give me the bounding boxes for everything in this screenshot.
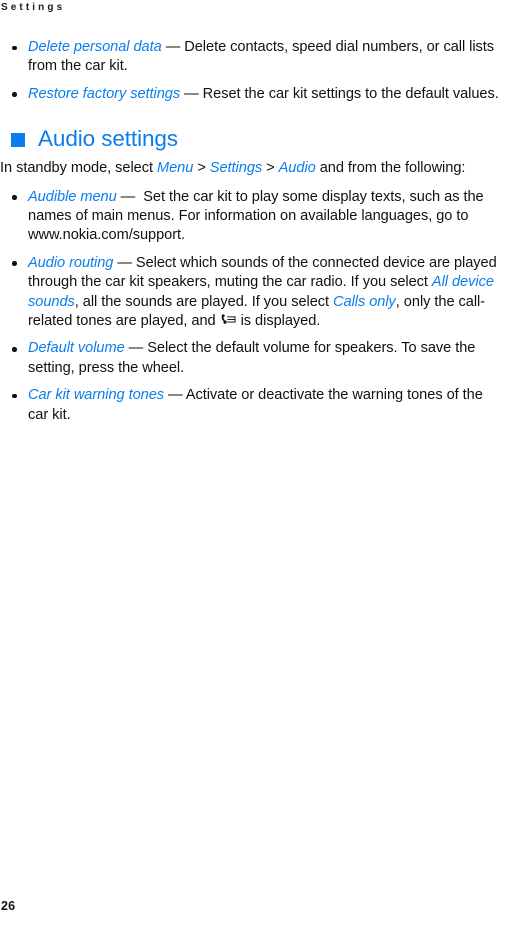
- menu-path-separator: >: [193, 160, 210, 177]
- section-heading: Audio settings: [0, 126, 515, 152]
- section-heading-label: Audio settings: [38, 126, 178, 152]
- menu-path-menu: Menu: [157, 160, 194, 177]
- bullet-dot-icon: [12, 45, 17, 51]
- intro-tail: and from the following:: [315, 160, 466, 177]
- ui-term: Delete personal data: [28, 39, 162, 55]
- ui-term: Audible menu: [28, 188, 117, 205]
- term-dash: —: [124, 340, 148, 357]
- section-intro-paragraph: In standby mode, select Menu > Settings …: [0, 159, 506, 178]
- settings-bullet-list: Delete personal data — Delete contacts, …: [0, 38, 515, 104]
- blue-square-bullet-icon: [11, 133, 25, 148]
- ui-term: Audio routing: [28, 254, 114, 271]
- ui-term: Restore factory settings: [28, 85, 181, 102]
- list-item: Default volume — Select the default volu…: [0, 339, 515, 378]
- bullet-dot-icon: [12, 261, 17, 266]
- menu-path-separator: >: [262, 160, 279, 177]
- ui-term-calls-only: Calls only: [333, 293, 396, 310]
- page-number: 26: [1, 899, 16, 913]
- list-item: Audio routing — Select which sounds of t…: [0, 254, 515, 332]
- bullet-dot-icon: [12, 195, 17, 200]
- bullet-dot-icon: [12, 393, 17, 399]
- calls-only-icon: [221, 314, 236, 327]
- bullet-dot-icon: [12, 346, 17, 352]
- list-item: Car kit warning tones — Activate or deac…: [0, 386, 515, 425]
- menu-path-settings: Settings: [209, 160, 263, 177]
- list-item: Delete personal data — Delete contacts, …: [0, 38, 515, 77]
- ui-term: Default volume: [28, 340, 125, 357]
- list-item: Audible menu — Set the car kit to play s…: [0, 188, 515, 246]
- term-dash: —: [180, 85, 203, 102]
- list-item-description: Reset the car kit settings to the defaul…: [202, 85, 499, 102]
- term-dash: —: [116, 188, 144, 205]
- term-dash: —: [161, 39, 185, 55]
- term-dash: —: [113, 254, 136, 271]
- menu-path-audio: Audio: [278, 160, 316, 177]
- term-dash: —: [164, 387, 186, 404]
- page-content: Delete personal data — Delete contacts, …: [0, 38, 515, 433]
- bullet-dot-icon: [12, 92, 17, 97]
- list-item-description: is displayed.: [236, 313, 321, 330]
- document-page: Settings Delete personal data — Delete c…: [0, 0, 515, 925]
- ui-term: Car kit warning tones: [28, 387, 165, 404]
- intro-lead: In standby mode, select: [0, 160, 157, 177]
- audio-settings-bullet-list: Audible menu — Set the car kit to play s…: [0, 188, 515, 425]
- list-item: Restore factory settings — Reset the car…: [0, 85, 515, 104]
- list-item-description: , all the sounds are played. If you sele…: [74, 293, 334, 310]
- running-head: Settings: [1, 2, 66, 13]
